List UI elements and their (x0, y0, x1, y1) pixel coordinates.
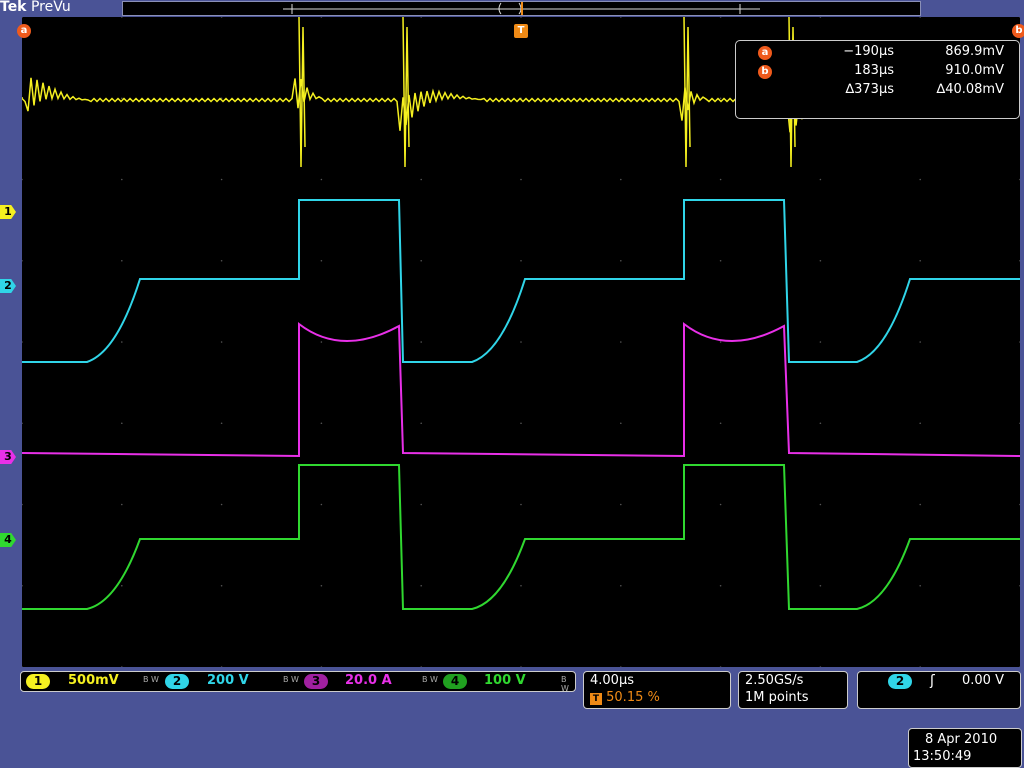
cursor-a-badge: a (758, 46, 772, 60)
trigger-level: 0.00 V (962, 673, 1004, 688)
ch4-bw-icon: B W (561, 675, 569, 693)
ch3-trace (22, 321, 1020, 458)
cursor-a-value: 869.9mV (945, 44, 1004, 59)
acquisition-panel[interactable]: 2.50GS/s 1M points (738, 671, 848, 709)
cursor-a-row: a −190µs 869.9mV (736, 44, 1019, 62)
ch4-scale: 100 V (484, 673, 526, 688)
trigger-position-marker[interactable]: T (514, 24, 528, 38)
acquisition-mode: PreVu (30, 0, 71, 15)
ch4-badge: 4 (443, 674, 467, 689)
record-view-graphic (283, 2, 760, 15)
cursor-a-time: −190µs (843, 44, 894, 59)
cursor-b-marker[interactable]: b (1012, 24, 1024, 38)
brand-label: Tek PreVu (0, 0, 71, 15)
ch1-spike (683, 17, 691, 168)
trigger-slope-icon: ʃ (930, 673, 935, 689)
cursor-delta-row: ∆373µs ∆40.08mV (736, 82, 1019, 100)
cursor-delta-value: ∆40.08mV (936, 82, 1004, 97)
ch3-ground-marker[interactable]: 3 (0, 450, 16, 464)
ch1-spike (402, 17, 410, 168)
ch2-ground-marker[interactable]: 2 (0, 279, 16, 293)
time-label: 13:50:49 (913, 749, 972, 764)
ch1-badge: 1 (26, 674, 50, 689)
datetime-panel: 8 Apr 2010 13:50:49 (908, 728, 1022, 768)
date-label: 8 Apr 2010 (925, 732, 998, 747)
cursor-readout-panel: a −190µs 869.9mV b 183µs 910.0mV ∆373µs … (735, 40, 1020, 119)
channel-scale-panel: 1 500mV B W 2 200 V B W 3 20.0 A B W 4 1… (20, 671, 576, 693)
ch1-ground-marker[interactable]: 1 (0, 205, 16, 219)
ch3-badge: 3 (304, 674, 328, 689)
top-status-bar: Tek PreVu (0, 0, 1024, 17)
trigger-position-icon: T (590, 693, 602, 705)
ch3-bw-icon: B W (422, 675, 438, 684)
ch2-trace (22, 199, 1020, 363)
ch1-scale: 500mV (68, 673, 119, 688)
sample-rate: 2.50GS/s (745, 673, 804, 688)
cursor-b-value: 910.0mV (945, 63, 1004, 78)
brand-tek: Tek (0, 0, 27, 15)
trigger-position-readout: T 50.15 % (590, 690, 660, 705)
trigger-position-value: 50.15 % (606, 690, 660, 705)
cursor-b-row: b 183µs 910.0mV (736, 63, 1019, 81)
record-length: 1M points (745, 690, 809, 705)
timebase-scale: 4.00µs (590, 673, 634, 688)
cursor-a-marker[interactable]: a (17, 24, 31, 38)
record-view-bar[interactable] (122, 1, 921, 16)
ch1-spike (298, 17, 306, 168)
ch4-trace (22, 464, 1020, 610)
ch4-ground-marker[interactable]: 4 (0, 533, 16, 547)
ch2-badge: 2 (165, 674, 189, 689)
cursor-delta-time: ∆373µs (845, 82, 894, 97)
cursor-b-time: 183µs (854, 63, 894, 78)
ch3-scale: 20.0 A (345, 673, 392, 688)
ch2-scale: 200 V (207, 673, 249, 688)
cursor-b-badge: b (758, 65, 772, 79)
trigger-panel[interactable]: 2 ʃ 0.00 V (857, 671, 1021, 709)
ch2-bw-icon: B W (283, 675, 299, 684)
ch1-bw-icon: B W (143, 675, 159, 684)
timebase-panel[interactable]: 4.00µs T 50.15 % (583, 671, 731, 709)
trigger-source-badge: 2 (888, 674, 912, 689)
